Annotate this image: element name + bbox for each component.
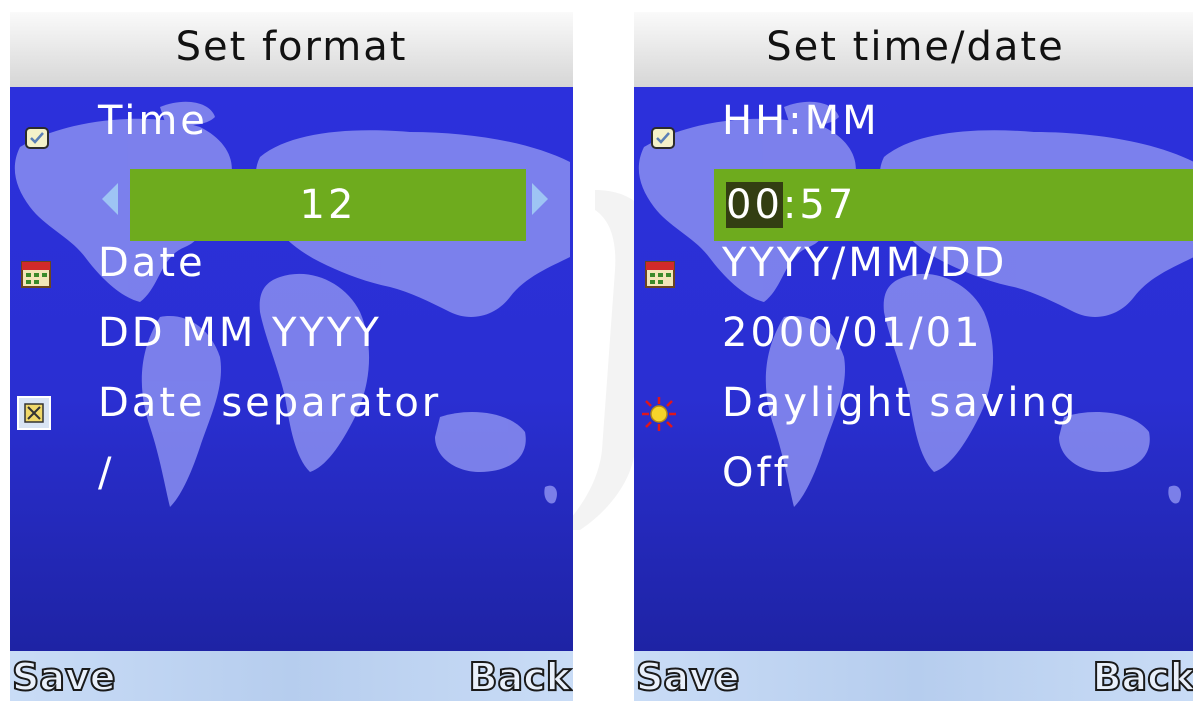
separator-icon [17, 396, 51, 430]
phone-screen-set-time-date: Set time/date HH:MM 00:57 YYYY/MM/DD 200… [634, 12, 1193, 701]
date-format-value[interactable]: DD MM YYYY [98, 309, 382, 357]
content-area: Time 12 Date DD MM YYYY Date separator / [10, 87, 573, 651]
clock-check-icon [25, 127, 49, 149]
time-input-value: 00:57 [726, 169, 856, 241]
date-separator-value[interactable]: / [98, 449, 114, 497]
hour-cursor[interactable]: 00 [726, 182, 783, 228]
back-softkey[interactable]: Back [468, 651, 572, 701]
calendar-icon [21, 261, 51, 288]
phone-screen-set-format: Set format Time 12 Date DD MM YYYY Date … [10, 12, 573, 701]
date-format-label: YYYY/MM/DD [722, 240, 1008, 286]
back-softkey[interactable]: Back [1092, 651, 1193, 701]
date-separator-label: Date separator [98, 380, 442, 426]
date-value[interactable]: 2000/01/01 [722, 309, 983, 357]
minute-text: :57 [782, 182, 857, 228]
time-input-field[interactable]: 00:57 [714, 169, 1193, 241]
screen-title: Set format [10, 12, 573, 87]
calendar-icon [645, 261, 675, 288]
time-format-value: 12 [299, 182, 357, 228]
right-arrow-icon[interactable] [532, 183, 548, 215]
save-softkey[interactable]: Save [11, 651, 117, 701]
content-area: HH:MM 00:57 YYYY/MM/DD 2000/01/01 Daylig… [634, 87, 1193, 651]
date-label: Date [98, 240, 206, 286]
daylight-saving-label: Daylight saving [722, 380, 1079, 426]
left-arrow-icon[interactable] [102, 183, 118, 215]
softkey-bar: Save Back [634, 651, 1193, 701]
clock-check-icon [651, 127, 675, 149]
time-format-label: HH:MM [722, 98, 880, 144]
daylight-saving-value[interactable]: Off [722, 449, 791, 497]
screen-title: Set time/date [634, 12, 1193, 87]
time-format-selector[interactable]: 12 [130, 169, 526, 241]
time-label: Time [98, 98, 208, 144]
save-softkey[interactable]: Save [635, 651, 741, 701]
sun-icon [642, 397, 676, 431]
softkey-bar: Save Back [10, 651, 573, 701]
